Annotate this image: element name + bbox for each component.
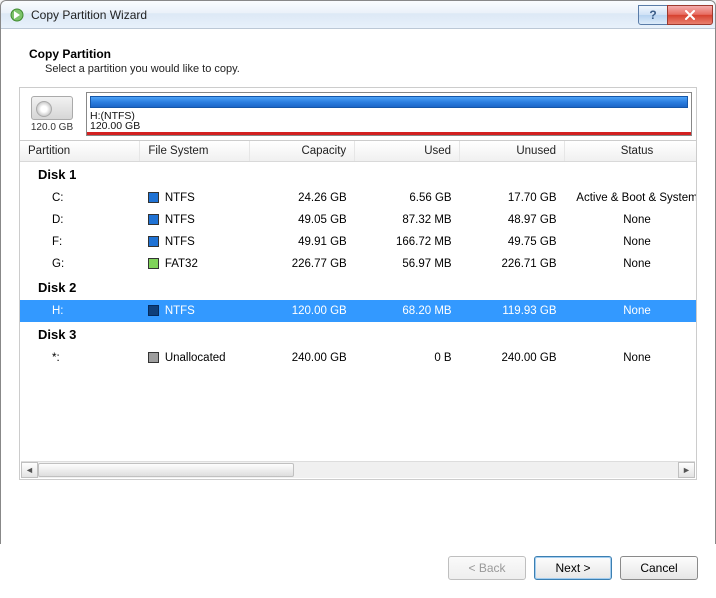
table-row[interactable]: G:FAT32226.77 GB56.97 MB226.71 GBNone bbox=[20, 253, 697, 275]
content-area: Copy Partition Select a partition you wo… bbox=[1, 29, 715, 494]
cell-capacity: 49.91 GB bbox=[250, 231, 355, 253]
cell-used: 56.97 MB bbox=[355, 253, 460, 275]
scroll-track[interactable] bbox=[38, 462, 678, 478]
cell-unused: 119.93 GB bbox=[460, 300, 565, 322]
fs-swatch-icon bbox=[148, 352, 159, 363]
col-filesystem[interactable]: File System bbox=[140, 141, 250, 162]
partition-fill bbox=[90, 96, 688, 108]
partition-table: Partition File System Capacity Used Unus… bbox=[20, 141, 697, 369]
horizontal-scrollbar[interactable]: ◄ ► bbox=[21, 461, 695, 478]
cell-partition: *: bbox=[20, 347, 140, 369]
cell-filesystem: FAT32 bbox=[140, 253, 250, 275]
page-title: Copy Partition bbox=[29, 47, 697, 61]
col-partition[interactable]: Partition bbox=[20, 141, 140, 162]
cell-used: 6.56 GB bbox=[355, 187, 460, 209]
back-button[interactable]: < Back bbox=[448, 556, 526, 580]
disk-group-name: Disk 2 bbox=[20, 275, 697, 300]
app-icon bbox=[9, 7, 25, 23]
cell-unused: 240.00 GB bbox=[460, 347, 565, 369]
cancel-button[interactable]: Cancel bbox=[620, 556, 698, 580]
table-row[interactable]: H:NTFS120.00 GB68.20 MB119.93 GBNone bbox=[20, 300, 697, 322]
table-header-row: Partition File System Capacity Used Unus… bbox=[20, 141, 697, 162]
cell-partition: H: bbox=[20, 300, 140, 322]
cell-status: None bbox=[565, 347, 698, 369]
partition-bar-size-row: 120.00 GB bbox=[90, 120, 688, 132]
cell-partition: C: bbox=[20, 187, 140, 209]
table-row[interactable]: *:Unallocated240.00 GB0 B240.00 GBNone bbox=[20, 347, 697, 369]
cell-unused: 48.97 GB bbox=[460, 209, 565, 231]
cell-used: 166.72 MB bbox=[355, 231, 460, 253]
col-status[interactable]: Status bbox=[565, 141, 698, 162]
table-row[interactable]: F:NTFS49.91 GB166.72 MB49.75 GBNone bbox=[20, 231, 697, 253]
disk-group-header: Disk 1 bbox=[20, 162, 697, 188]
partition-bar-size: 120.00 GB bbox=[90, 120, 140, 132]
next-button[interactable]: Next > bbox=[534, 556, 612, 580]
cell-capacity: 49.05 GB bbox=[250, 209, 355, 231]
cell-filesystem: NTFS bbox=[140, 300, 250, 322]
titlebar: Copy Partition Wizard ? bbox=[1, 1, 715, 29]
disk-group-name: Disk 3 bbox=[20, 322, 697, 347]
cell-used: 68.20 MB bbox=[355, 300, 460, 322]
scroll-right-arrow[interactable]: ► bbox=[678, 462, 695, 478]
cell-status: Active & Boot & System bbox=[565, 187, 698, 209]
cell-filesystem: NTFS bbox=[140, 209, 250, 231]
cell-used: 0 B bbox=[355, 347, 460, 369]
disk-icon-box: 120.0 GB bbox=[24, 92, 80, 136]
cell-status: None bbox=[565, 209, 698, 231]
close-button[interactable] bbox=[667, 5, 713, 25]
fs-swatch-icon bbox=[148, 305, 159, 316]
cell-status: None bbox=[565, 231, 698, 253]
disk-group-name: Disk 1 bbox=[20, 162, 697, 188]
cell-filesystem: NTFS bbox=[140, 187, 250, 209]
disk-group-header: Disk 2 bbox=[20, 275, 697, 300]
col-used[interactable]: Used bbox=[355, 141, 460, 162]
disk-group-header: Disk 3 bbox=[20, 322, 697, 347]
disk-total-size: 120.0 GB bbox=[31, 122, 73, 133]
cell-used: 87.32 MB bbox=[355, 209, 460, 231]
page-subtitle: Select a partition you would like to cop… bbox=[45, 63, 697, 75]
wizard-footer: < Back Next > Cancel bbox=[0, 544, 716, 598]
page-header: Copy Partition Select a partition you wo… bbox=[19, 47, 697, 75]
fs-swatch-icon bbox=[148, 258, 159, 269]
disk-preview: 120.0 GB H:(NTFS) 120.00 GB bbox=[19, 87, 697, 140]
cell-status: None bbox=[565, 300, 698, 322]
scroll-thumb[interactable] bbox=[38, 463, 294, 477]
partition-table-wrap: Partition File System Capacity Used Unus… bbox=[19, 140, 697, 480]
col-unused[interactable]: Unused bbox=[460, 141, 565, 162]
cell-capacity: 240.00 GB bbox=[250, 347, 355, 369]
help-button[interactable]: ? bbox=[638, 5, 668, 25]
cell-partition: D: bbox=[20, 209, 140, 231]
cell-status: None bbox=[565, 253, 698, 275]
cell-capacity: 226.77 GB bbox=[250, 253, 355, 275]
col-capacity[interactable]: Capacity bbox=[250, 141, 355, 162]
cell-unused: 17.70 GB bbox=[460, 187, 565, 209]
disk-drive-icon bbox=[31, 96, 73, 120]
cell-partition: F: bbox=[20, 231, 140, 253]
window-buttons: ? bbox=[639, 5, 713, 25]
cell-capacity: 24.26 GB bbox=[250, 187, 355, 209]
selection-underline bbox=[87, 132, 691, 135]
table-row[interactable]: C:NTFS24.26 GB6.56 GB17.70 GBActive & Bo… bbox=[20, 187, 697, 209]
fs-swatch-icon bbox=[148, 214, 159, 225]
cell-unused: 226.71 GB bbox=[460, 253, 565, 275]
window-title: Copy Partition Wizard bbox=[31, 8, 639, 22]
partition-bar[interactable]: H:(NTFS) 120.00 GB bbox=[86, 92, 692, 136]
table-row[interactable]: D:NTFS49.05 GB87.32 MB48.97 GBNone bbox=[20, 209, 697, 231]
fs-swatch-icon bbox=[148, 236, 159, 247]
cell-filesystem: NTFS bbox=[140, 231, 250, 253]
cell-unused: 49.75 GB bbox=[460, 231, 565, 253]
scroll-left-arrow[interactable]: ◄ bbox=[21, 462, 38, 478]
cell-partition: G: bbox=[20, 253, 140, 275]
fs-swatch-icon bbox=[148, 192, 159, 203]
cell-capacity: 120.00 GB bbox=[250, 300, 355, 322]
cell-filesystem: Unallocated bbox=[140, 347, 250, 369]
